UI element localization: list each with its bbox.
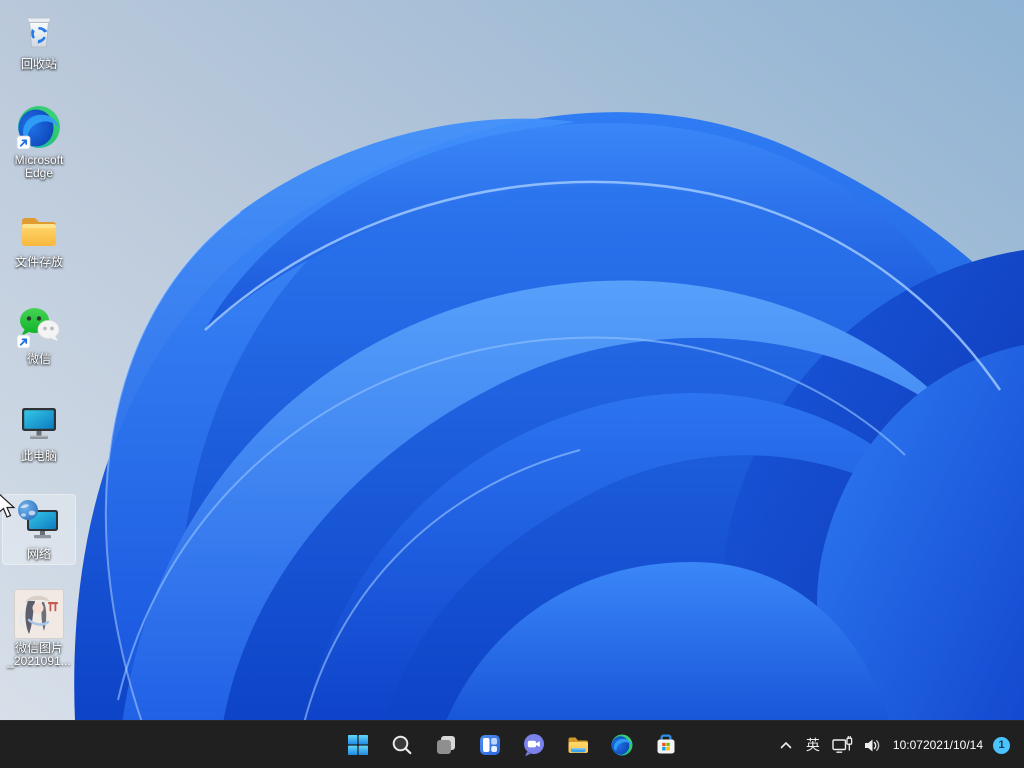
ime-indicator[interactable]: 英 — [800, 725, 826, 765]
desktop-icon-file-folder[interactable]: 文件存放 — [2, 202, 76, 273]
shortcut-arrow-icon — [17, 136, 30, 149]
desktop: 回收站 Microsoft Edge 文件存放 — [0, 0, 1024, 768]
task-view-button[interactable] — [426, 725, 466, 765]
edge-icon — [15, 103, 63, 151]
clock-date: 2021/10/14 — [923, 738, 983, 753]
icon-label: 文件存放 — [15, 256, 63, 269]
desktop-icon-microsoft-edge[interactable]: Microsoft Edge — [2, 100, 76, 184]
tray-chevron-button[interactable] — [772, 725, 800, 765]
network-icon — [15, 497, 63, 545]
system-tray: 英 10:07 2021/10/14 1 — [772, 721, 1010, 768]
taskbar: 英 10:07 2021/10/14 1 — [0, 720, 1024, 768]
ethernet-network-icon — [832, 736, 853, 755]
chat-button[interactable] — [514, 725, 554, 765]
store-button[interactable] — [646, 725, 686, 765]
icon-label: Microsoft Edge — [3, 154, 75, 180]
widgets-icon — [478, 733, 502, 757]
edge-button[interactable] — [602, 725, 642, 765]
file-explorer-button[interactable] — [558, 725, 598, 765]
start-button[interactable] — [338, 725, 378, 765]
icon-label: 网络 — [27, 548, 51, 561]
wallpaper-bloom — [0, 0, 1024, 768]
widgets-button[interactable] — [470, 725, 510, 765]
icon-label: 回收站 — [21, 58, 57, 71]
windows-start-icon — [346, 733, 370, 757]
this-pc-icon — [15, 399, 63, 447]
microsoft-store-icon — [654, 733, 678, 757]
notification-badge[interactable]: 1 — [993, 737, 1010, 754]
shortcut-arrow-icon — [17, 335, 30, 348]
folder-icon — [15, 205, 63, 253]
chevron-up-icon — [778, 737, 794, 753]
chat-icon — [522, 733, 546, 757]
recycle-bin-icon — [15, 7, 63, 55]
desktop-icon-this-pc[interactable]: 此电脑 — [2, 396, 76, 467]
icon-label: 微信图片_2021091... — [7, 642, 70, 668]
task-view-icon — [434, 733, 458, 757]
image-thumbnail — [14, 589, 64, 639]
file-explorer-icon — [566, 733, 590, 757]
network-volume-button[interactable] — [826, 725, 888, 765]
taskbar-center — [338, 725, 686, 765]
speaker-icon — [863, 737, 882, 754]
edge-icon — [610, 733, 634, 757]
desktop-icon-wechat[interactable]: 微信 — [2, 299, 76, 370]
mouse-cursor — [0, 492, 19, 522]
desktop-icon-wechat-image[interactable]: 微信图片_2021091... — [2, 586, 76, 672]
wechat-icon — [15, 302, 63, 350]
clock-button[interactable]: 10:07 2021/10/14 — [888, 725, 988, 765]
desktop-icon-recycle-bin[interactable]: 回收站 — [2, 4, 76, 75]
icon-label: 微信 — [27, 353, 51, 366]
search-button[interactable] — [382, 725, 422, 765]
icon-label: 此电脑 — [21, 450, 57, 463]
search-icon — [390, 733, 414, 757]
clock-time: 10:07 — [893, 738, 923, 753]
